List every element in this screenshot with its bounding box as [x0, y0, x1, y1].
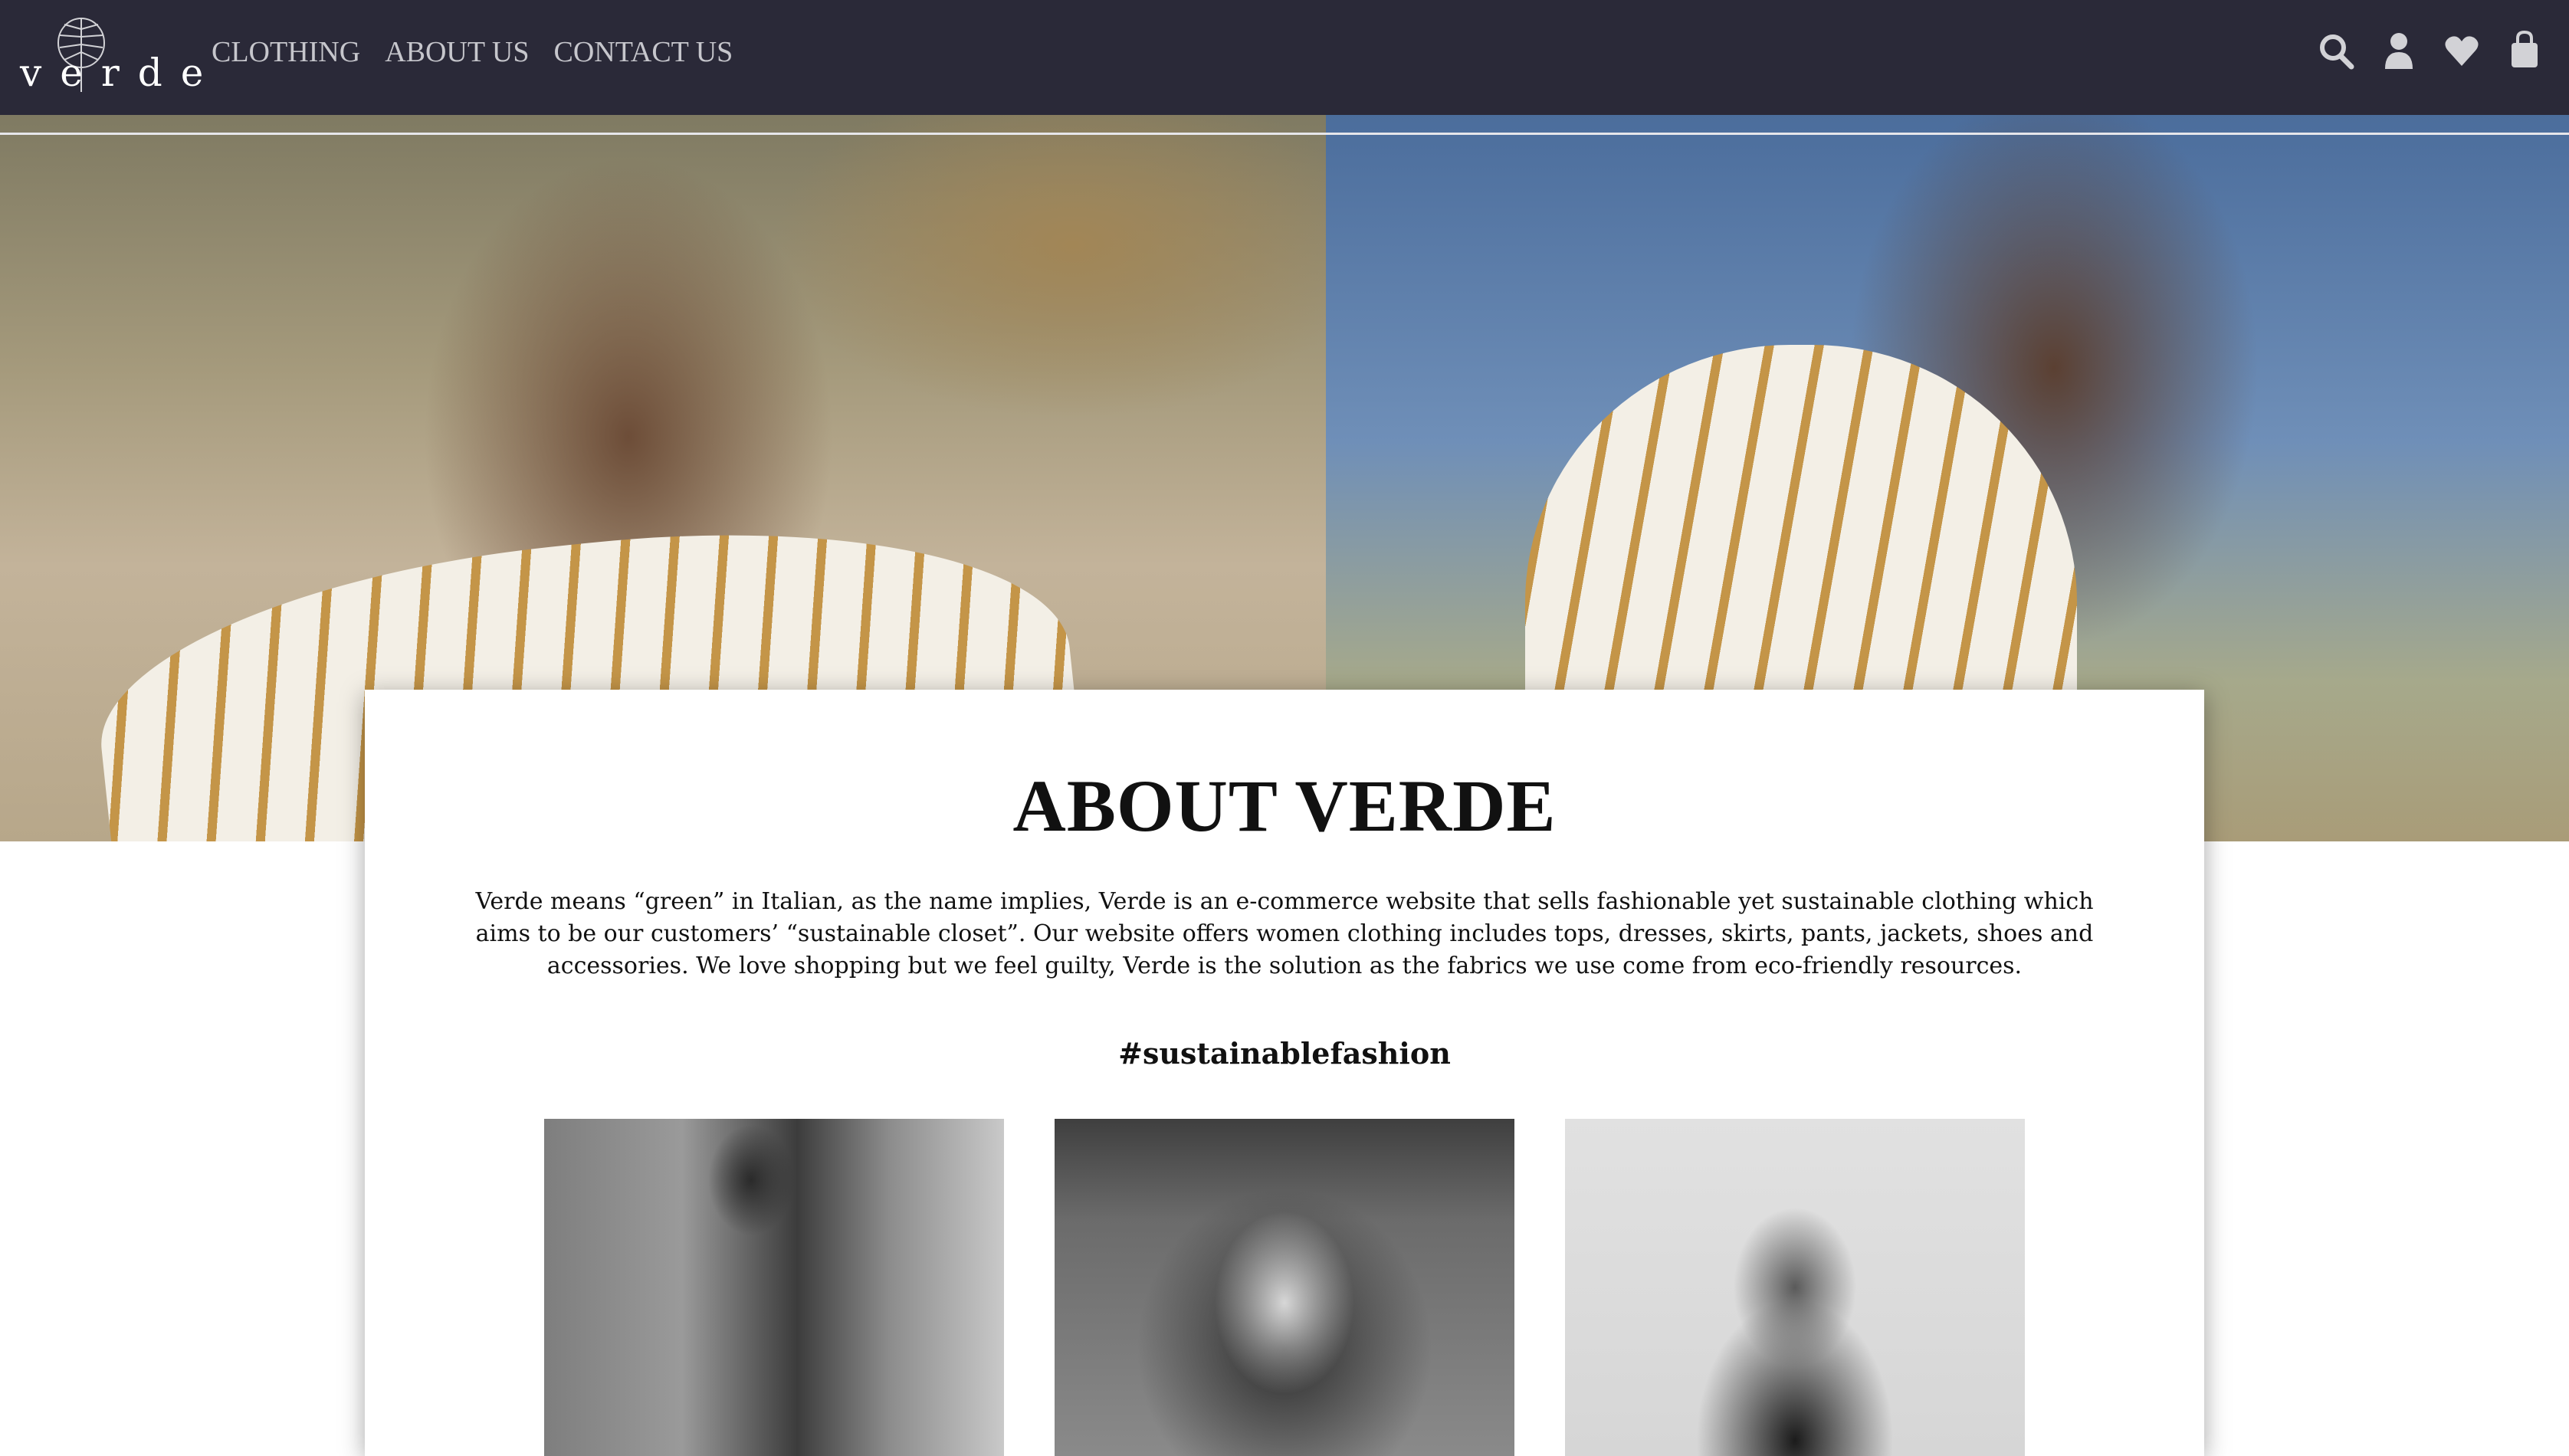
nav-link-clothing[interactable]: CLOTHING — [212, 35, 360, 69]
team-member-photo-2 — [1055, 1119, 1514, 1456]
search-icon[interactable] — [2318, 31, 2354, 71]
top-navbar: verde CLOTHING ABOUT US CONTACT US — [0, 0, 2569, 115]
heart-icon[interactable] — [2443, 31, 2480, 71]
shopping-bag-icon[interactable] — [2506, 31, 2543, 71]
team-member-photo-1 — [544, 1119, 1004, 1456]
hashtag-heading: #sustainablefashion — [1118, 1036, 1451, 1071]
brand-wordmark: verde — [20, 51, 222, 95]
user-icon[interactable] — [2380, 31, 2417, 71]
nav-link-about-us[interactable]: ABOUT US — [385, 35, 529, 69]
nav-icon-group — [2318, 31, 2543, 71]
header-divider — [0, 133, 2569, 135]
about-card: ABOUT VERDE Verde means “green” in Itali… — [365, 690, 2204, 1456]
about-description: Verde means “green” in Italian, as the n… — [475, 888, 2094, 979]
main-nav: CLOTHING ABOUT US CONTACT US — [212, 35, 733, 69]
brand-logo[interactable]: verde — [20, 15, 222, 100]
nav-link-contact-us[interactable]: CONTACT US — [553, 35, 733, 69]
page-title: ABOUT VERDE — [1012, 765, 1557, 847]
team-member-photo-3 — [1565, 1119, 2025, 1456]
